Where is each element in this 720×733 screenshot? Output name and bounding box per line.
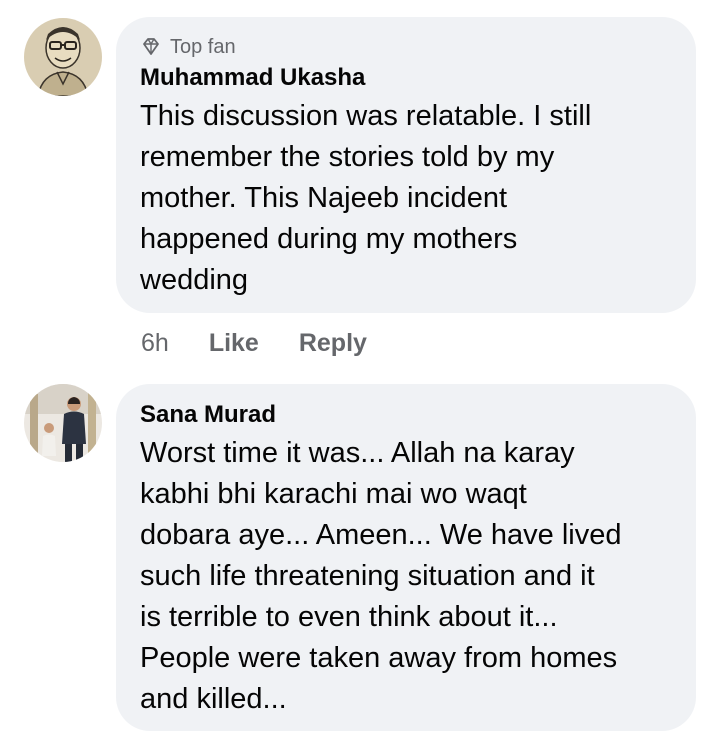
- comment-line: kabhi bhi karachi mai wo waqt: [140, 478, 527, 510]
- comment-bubble: Sana Murad Worst time it was... Allah na…: [116, 384, 696, 731]
- comment-line: is terrible to even think about it...: [140, 601, 558, 633]
- comment-line: dobara aye... Ameen... We have lived: [140, 519, 622, 551]
- family-photo-icon: [24, 384, 102, 462]
- comment-line: such life threatening situation and it: [140, 560, 595, 592]
- comment-text: Worst time it was... Allah na karay kabh…: [140, 433, 621, 720]
- comment-line: and killed...: [140, 683, 287, 715]
- avatar-sana-murad[interactable]: [24, 384, 102, 462]
- comment-line: Worst time it was... Allah na karay: [140, 437, 575, 469]
- comment-2: Sana Murad Worst time it was... Allah na…: [0, 0, 720, 733]
- author-name[interactable]: Sana Murad: [140, 400, 276, 430]
- comment-line: People were taken away from homes: [140, 642, 618, 674]
